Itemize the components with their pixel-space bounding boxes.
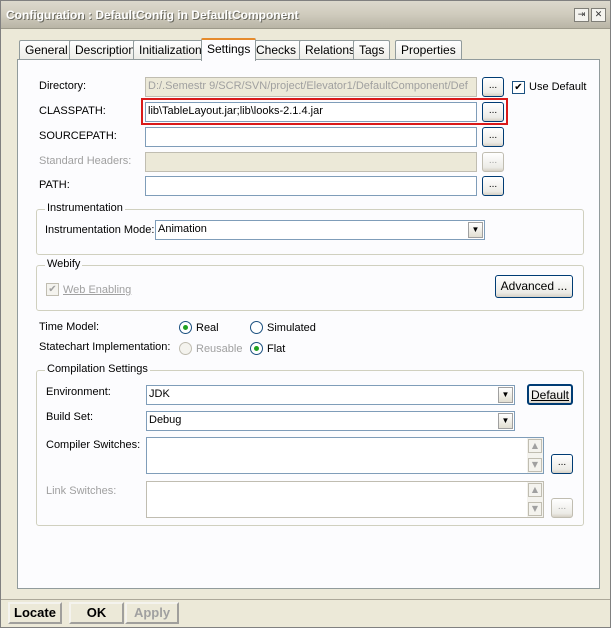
title-bar[interactable]: Configuration : DefaultConfig in Default… <box>1 1 610 29</box>
time-model-real-label: Real <box>196 322 219 334</box>
tab-checks[interactable]: Checks <box>250 40 303 60</box>
chevron-down-icon[interactable]: ▼ <box>498 413 513 429</box>
instrumentation-mode-value: Animation <box>158 223 207 235</box>
tab-description[interactable]: Description <box>69 40 142 60</box>
scroll-down-icon[interactable]: ▼ <box>528 458 542 472</box>
path-label: PATH: <box>39 179 70 191</box>
tab-settings[interactable]: Settings <box>201 38 257 61</box>
web-enabling-checkbox[interactable]: ✔ <box>46 283 59 296</box>
build-set-value: Debug <box>149 414 182 426</box>
link-switches-textarea[interactable]: ▲ ▼ <box>146 481 544 518</box>
tab-relations[interactable]: Relations <box>299 40 362 60</box>
path-field[interactable] <box>145 176 477 196</box>
chevron-down-icon[interactable]: ▼ <box>498 387 513 403</box>
use-default-checkbox[interactable]: ✔ <box>512 81 525 94</box>
path-browse-button[interactable]: ... <box>482 176 504 196</box>
statechart-flat-radio[interactable] <box>250 342 263 355</box>
advanced-button[interactable]: Advanced ... <box>495 275 573 298</box>
link-switches-browse-button[interactable]: ... <box>551 498 573 518</box>
standard-headers-field[interactable] <box>145 152 477 172</box>
classpath-highlight-box <box>141 98 508 125</box>
instrumentation-mode-select[interactable]: Animation ▼ <box>155 220 485 240</box>
directory-browse-button[interactable]: ... <box>482 77 504 97</box>
ok-button[interactable]: OK <box>69 602 124 624</box>
chevron-down-icon[interactable]: ▼ <box>468 222 483 238</box>
statechart-flat-label: Flat <box>267 343 286 355</box>
scroll-up-icon[interactable]: ▲ <box>528 483 542 497</box>
configuration-window: Configuration : DefaultConfig in Default… <box>0 0 611 628</box>
tab-properties[interactable]: Properties <box>395 40 462 60</box>
directory-label: Directory: <box>39 80 87 92</box>
time-model-simulated-label: Simulated <box>267 322 316 334</box>
build-set-label: Build Set: <box>46 411 94 423</box>
standard-headers-label: Standard Headers: <box>39 155 132 167</box>
web-enabling-label: Web Enabling <box>63 284 132 296</box>
use-default-label: Use Default <box>529 81 587 93</box>
pin-icon[interactable]: ⇥ <box>574 8 589 22</box>
instrumentation-group-title: Instrumentation <box>45 202 125 214</box>
sourcepath-field[interactable] <box>145 127 477 147</box>
close-icon[interactable]: ✕ <box>591 8 606 22</box>
scroll-up-icon[interactable]: ▲ <box>528 439 542 453</box>
standard-headers-browse-button[interactable]: ... <box>482 152 504 172</box>
compilation-settings-title: Compilation Settings <box>45 363 150 375</box>
tab-tags[interactable]: Tags <box>353 40 391 60</box>
instrumentation-mode-label: Instrumentation Mode: <box>45 224 155 236</box>
scroll-down-icon[interactable]: ▼ <box>528 502 542 516</box>
time-model-real-radio[interactable] <box>179 321 192 334</box>
bottom-toolbar: Locate OK Apply <box>1 599 610 627</box>
compiler-switches-scrollbar[interactable]: ▲ ▼ <box>527 438 543 473</box>
build-set-select[interactable]: Debug ▼ <box>146 411 515 431</box>
statechart-reusable-radio[interactable] <box>179 342 192 355</box>
sourcepath-label: SOURCEPATH: <box>39 130 117 142</box>
tab-initialization[interactable]: Initialization <box>133 40 208 60</box>
compiler-switches-textarea[interactable]: ▲ ▼ <box>146 437 544 474</box>
environment-value: JDK <box>149 388 170 400</box>
classpath-label: CLASSPATH: <box>39 105 106 117</box>
link-switches-label: Link Switches: <box>46 485 117 497</box>
default-button[interactable]: Default <box>527 384 573 405</box>
time-model-label: Time Model: <box>39 321 100 333</box>
environment-label: Environment: <box>46 386 111 398</box>
compiler-switches-browse-button[interactable]: ... <box>551 454 573 474</box>
locate-button[interactable]: Locate <box>8 602 62 624</box>
statechart-label: Statechart Implementation: <box>39 341 171 353</box>
window-title: Configuration : DefaultConfig in Default… <box>6 8 299 22</box>
directory-field[interactable]: D:/.Semestr 9/SCR/SVN/project/Elevator1/… <box>145 77 477 97</box>
webify-group-title: Webify <box>45 258 83 270</box>
link-switches-scrollbar[interactable]: ▲ ▼ <box>527 482 543 517</box>
sourcepath-browse-button[interactable]: ... <box>482 127 504 147</box>
time-model-simulated-radio[interactable] <box>250 321 263 334</box>
apply-button[interactable]: Apply <box>125 602 179 624</box>
statechart-reusable-label: Reusable <box>196 343 243 355</box>
environment-select[interactable]: JDK ▼ <box>146 385 515 405</box>
tab-general[interactable]: General <box>19 40 74 60</box>
compiler-switches-label: Compiler Switches: <box>46 439 141 451</box>
